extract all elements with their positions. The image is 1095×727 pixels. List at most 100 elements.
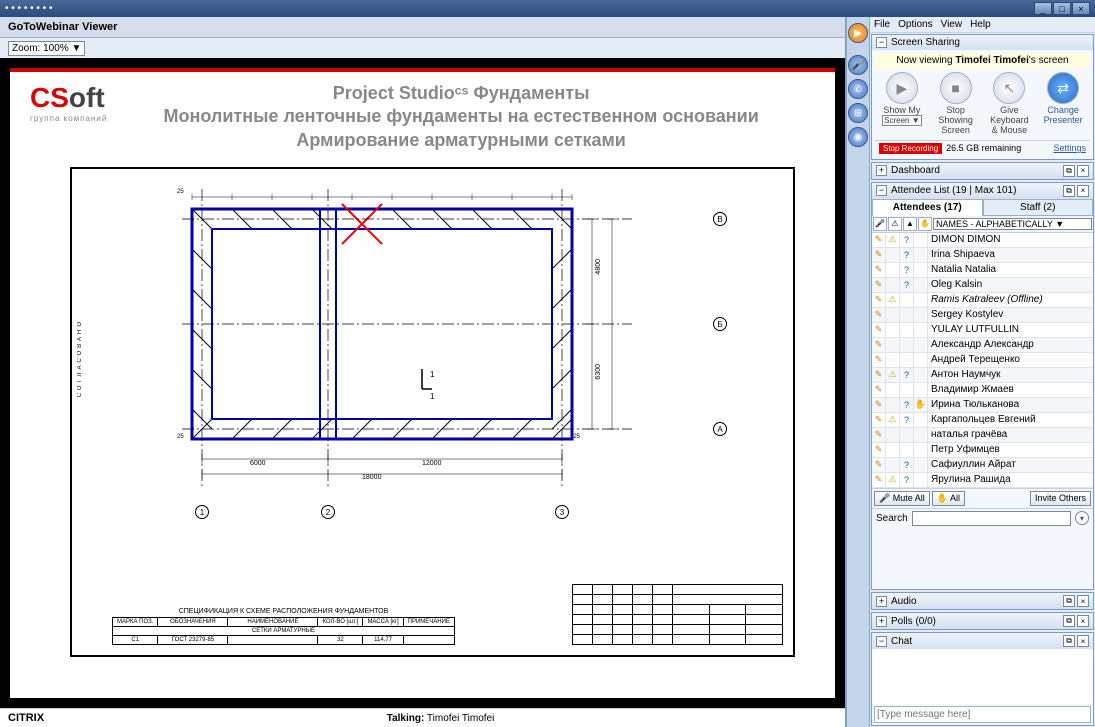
attendee-row[interactable]: ✎?Oleg Kalsin xyxy=(872,278,1093,293)
pencil-icon: ✎ xyxy=(872,428,886,442)
citrix-logo: CITRIX xyxy=(8,712,44,724)
chat-input[interactable] xyxy=(874,706,1091,723)
audio-header[interactable]: +Audio ⧉ × xyxy=(872,593,1093,609)
dock-collapse-button[interactable]: ▶ xyxy=(848,23,868,43)
stop-recording-button[interactable]: Stop Recording xyxy=(879,143,942,154)
search-input[interactable] xyxy=(912,511,1071,526)
attendee-row[interactable]: ✎Александр Александр xyxy=(872,338,1093,353)
menu-options[interactable]: Options xyxy=(898,19,932,30)
pencil-icon: ✎ xyxy=(872,323,886,337)
menu-view[interactable]: View xyxy=(941,19,963,30)
att-audio-icon[interactable]: 🎤 xyxy=(873,217,887,231)
title-block xyxy=(572,584,783,645)
menu-help[interactable]: Help xyxy=(970,19,991,30)
warn-icon: ⚠ xyxy=(886,293,900,307)
hand-icon xyxy=(914,368,928,382)
dashboard-popout[interactable]: ⧉ xyxy=(1063,165,1075,177)
close-button[interactable]: × xyxy=(1072,2,1090,15)
attendee-row[interactable]: ✎Петр Уфимцев xyxy=(872,443,1093,458)
search-clear-button[interactable]: ▾ xyxy=(1075,511,1089,525)
tab-attendees[interactable]: Attendees (17) xyxy=(872,199,983,216)
side-label: СОГЛАСОВАНО xyxy=(77,319,83,397)
question-icon: ? xyxy=(900,278,914,292)
stop-showing-button[interactable]: ■Stop Showing Screen xyxy=(935,72,977,136)
pencil-icon: ✎ xyxy=(872,308,886,322)
dashboard-close[interactable]: × xyxy=(1077,165,1089,177)
att-alert-icon[interactable]: ⚠ xyxy=(888,217,902,231)
warn-icon xyxy=(886,428,900,442)
attendee-row[interactable]: ✎?✋Ирина Тюльканова xyxy=(872,398,1093,413)
settings-link[interactable]: Settings xyxy=(1053,143,1086,153)
warn-icon xyxy=(886,263,900,277)
polls-header[interactable]: +Polls (0/0) ⧉ × xyxy=(872,613,1093,629)
screen-sharing-header[interactable]: −Screen Sharing xyxy=(872,35,1093,50)
mute-all-button[interactable]: 🎤 Mute All xyxy=(874,491,930,506)
pencil-icon: ✎ xyxy=(872,248,886,262)
attendee-row[interactable]: ✎Sergey Kostylev xyxy=(872,308,1093,323)
maximize-button[interactable]: □ xyxy=(1053,2,1071,15)
warn-icon xyxy=(886,398,900,412)
chat-header[interactable]: −Chat ⧉ × xyxy=(872,633,1093,649)
minimize-button[interactable]: _ xyxy=(1034,2,1052,15)
attendee-row[interactable]: ✎? Irina Shipaeva xyxy=(872,248,1093,263)
slide-title: Project Studioᶜˢ Фундаменты Монолитные л… xyxy=(107,82,815,152)
tab-staff[interactable]: Staff (2) xyxy=(983,199,1094,216)
attendee-row[interactable]: ✎?Natalia Natalia xyxy=(872,263,1093,278)
hand-icon xyxy=(914,383,928,397)
pencil-icon: ✎ xyxy=(872,278,886,292)
change-presenter-button[interactable]: ⇄Change Presenter xyxy=(1042,72,1084,136)
attendee-name: Ярулина Рашида xyxy=(928,474,1093,485)
attendee-row[interactable]: ✎⚠?Ярулина Рашида xyxy=(872,473,1093,488)
dashboard-header[interactable]: +Dashboard ⧉ × xyxy=(872,163,1093,179)
hand-icon xyxy=(914,293,928,307)
question-icon xyxy=(900,293,914,307)
question-icon xyxy=(900,308,914,322)
show-my-screen-button[interactable]: ▶Show MyScreen ▼ xyxy=(881,72,923,136)
attendee-name: Irina Shipaeva xyxy=(928,249,1093,260)
pencil-icon: ✎ xyxy=(872,413,886,427)
attendee-row[interactable]: ✎?Сафиуллин Айрат xyxy=(872,458,1093,473)
dock-screen-button[interactable]: ⊞ xyxy=(848,103,868,123)
att-tool-icon[interactable]: ▲ xyxy=(903,217,917,231)
dock-mic-button[interactable]: 🎤 xyxy=(848,55,868,75)
menu-file[interactable]: File xyxy=(874,19,890,30)
dock-phone-button[interactable]: ✆ xyxy=(848,79,868,99)
zoom-select[interactable]: Zoom: 100% ▼ xyxy=(8,41,85,56)
attendee-row[interactable]: ✎⚠?Каргапольцев Евгений xyxy=(872,413,1093,428)
give-keyboard-button[interactable]: ↖Give Keyboard & Mouse xyxy=(988,72,1030,136)
audio-close[interactable]: × xyxy=(1077,595,1089,607)
all-button[interactable]: ✋ All xyxy=(932,491,965,506)
chat-popout[interactable]: ⧉ xyxy=(1063,635,1075,647)
question-icon: ? xyxy=(900,413,914,427)
question-icon: ? xyxy=(900,248,914,262)
dock-webcam-button[interactable]: ◉ xyxy=(848,127,868,147)
polls-close[interactable]: × xyxy=(1077,615,1089,627)
warn-icon xyxy=(886,248,900,262)
logo: CSoft группа компаний xyxy=(30,82,107,123)
talking-status: Talking: Timofei Timofei xyxy=(44,713,837,724)
attendee-row[interactable]: ✎⚠?Антон Наумчук xyxy=(872,368,1093,383)
taskbar-icons: • • • • • • • • xyxy=(5,3,52,14)
sort-select[interactable]: NAMES - ALPHABETICALLY ▼ xyxy=(933,218,1092,230)
attendee-row[interactable]: ✎Андрей Терещенко xyxy=(872,353,1093,368)
attendee-list: ✎⚠?DIMON DIMON✎?Irina Shipaeva✎?Natalia … xyxy=(872,233,1093,488)
attendee-name: Владимир Жмаев xyxy=(928,384,1093,395)
attendee-name: Ирина Тюльканова xyxy=(928,399,1093,410)
attendee-list-header[interactable]: −Attendee List (19 | Max 101) ⧉ × xyxy=(872,183,1093,199)
invite-others-button[interactable]: Invite Others xyxy=(1030,491,1091,506)
attendee-close[interactable]: × xyxy=(1077,185,1089,197)
attendee-row[interactable]: ✎Владимир Жмаев xyxy=(872,383,1093,398)
warn-icon: ⚠ xyxy=(886,413,900,427)
attendee-row[interactable]: ✎⚠Ramis Katraleev (Offline) xyxy=(872,293,1093,308)
question-icon xyxy=(900,428,914,442)
audio-popout[interactable]: ⧉ xyxy=(1063,595,1075,607)
attendee-row[interactable]: ✎наталья грачёва xyxy=(872,428,1093,443)
attendee-row[interactable]: ✎⚠?DIMON DIMON xyxy=(872,233,1093,248)
attendee-name: Сафиуллин Айрат xyxy=(928,459,1093,470)
hand-icon xyxy=(914,233,928,247)
att-hand-icon[interactable]: ✋ xyxy=(918,217,932,231)
attendee-popout[interactable]: ⧉ xyxy=(1063,185,1075,197)
chat-close[interactable]: × xyxy=(1077,635,1089,647)
attendee-row[interactable]: ✎YULAY LUTFULLIN xyxy=(872,323,1093,338)
polls-popout[interactable]: ⧉ xyxy=(1063,615,1075,627)
